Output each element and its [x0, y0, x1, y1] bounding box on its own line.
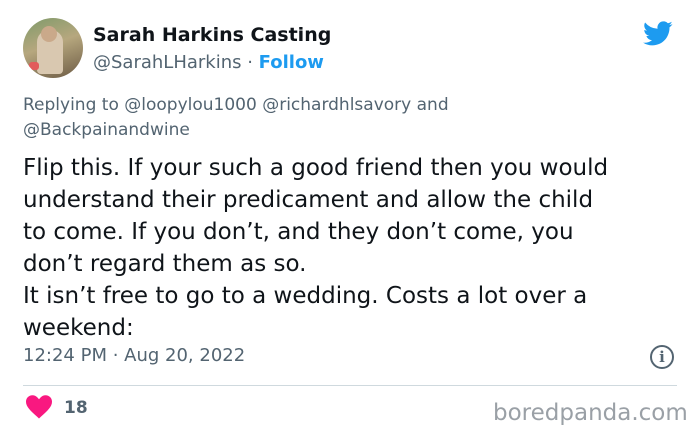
twitter-bird-icon[interactable] [640, 18, 676, 48]
mention-link[interactable]: @richardhlsavory [262, 95, 411, 115]
info-icon[interactable]: i [650, 345, 674, 369]
heart-icon[interactable] [26, 395, 52, 419]
tweet-timestamp[interactable]: 12:24 PM · Aug 20, 2022 [23, 343, 245, 369]
tweet-date: Aug 20, 2022 [124, 345, 246, 366]
follow-button[interactable]: Follow [259, 52, 324, 73]
tweet-time: 12:24 PM [23, 345, 107, 366]
replying-line-2: @Backpainandwine [23, 118, 673, 143]
tweet-line: Flip this. If your such a good friend th… [23, 155, 609, 181]
author-handle-row: @SarahLHarkins · Follow [93, 50, 331, 76]
tweet-line: don’t regard them as so. [23, 251, 307, 277]
tweet-line: to come. If you don’t, and they don’t co… [23, 219, 574, 245]
avatar[interactable] [23, 18, 83, 78]
handle-separator: · [241, 52, 259, 73]
author-display-name[interactable]: Sarah Harkins Casting [93, 22, 331, 48]
replying-joiner: and [411, 95, 449, 115]
timestamp-separator: · [106, 345, 125, 366]
author-block: Sarah Harkins Casting @SarahLHarkins · F… [93, 22, 331, 76]
divider [23, 385, 677, 386]
mention-link[interactable]: @loopylou1000 [124, 95, 257, 115]
watermark: boredpanda.com [493, 400, 688, 426]
replying-to: Replying to @loopylou1000 @richardhlsavo… [23, 93, 673, 143]
avatar-head [41, 26, 57, 42]
like-count: 18 [64, 398, 88, 418]
tweet-line: weekend: [23, 315, 134, 341]
tweet-line: It isn’t free to go to a wedding. Costs … [23, 283, 588, 309]
avatar-detail [29, 62, 39, 70]
tweet-line: understand their predicament and allow t… [23, 187, 594, 213]
tweet-text: Flip this. If your such a good friend th… [23, 152, 683, 344]
author-handle[interactable]: @SarahLHarkins [93, 52, 242, 73]
replying-prefix: Replying to [23, 95, 125, 115]
mention-link[interactable]: @Backpainandwine [23, 120, 190, 140]
replying-line-1: Replying to @loopylou1000 @richardhlsavo… [23, 93, 673, 118]
